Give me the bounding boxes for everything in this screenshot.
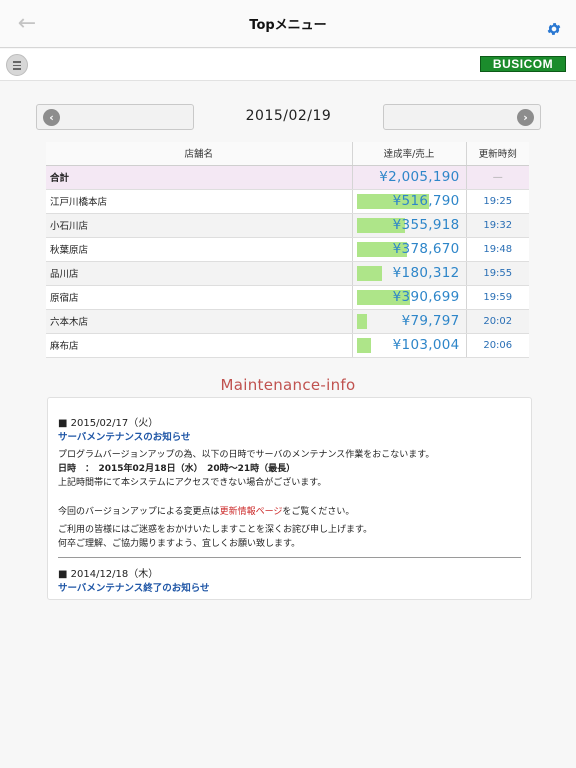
notice-body-line: ご利用の皆様にはご迷惑をおかけいたしますことを深くお詫び申し上げます。 bbox=[58, 525, 373, 535]
notice-body-line: プログラムバージョンアップの為、以下の日時でサーバのメンテナンス作業をおこないま… bbox=[58, 450, 435, 460]
notice-body-line: 今回のバージョンアップによる変更点は更新情報ページをご覧ください。 bbox=[58, 504, 354, 517]
sales-amount: ¥390,699 bbox=[392, 288, 460, 305]
table-row[interactable]: 江戸川橋本店 ¥516,790 19:25 bbox=[46, 189, 529, 214]
notice-title-link[interactable]: サーバメンテナンスのお知らせ bbox=[58, 429, 191, 443]
store-name: 江戸川橋本店 bbox=[46, 189, 352, 214]
rate-bar bbox=[356, 265, 382, 281]
sales-amount: ¥79,797 bbox=[401, 312, 460, 329]
store-name: 原宿店 bbox=[46, 285, 352, 310]
update-time: 19:55 bbox=[466, 261, 529, 286]
sales-amount: ¥103,004 bbox=[392, 336, 460, 353]
store-name: 六本木店 bbox=[46, 309, 352, 334]
rate-bar bbox=[356, 337, 371, 353]
store-sales-table: 店舗名 達成率/売上 更新時刻 合計 ¥2,005,190 — 江戸川橋本店 ¥… bbox=[46, 142, 529, 358]
date-navigator: ‹ 2015/02/19 › bbox=[36, 104, 541, 130]
store-name: 品川店 bbox=[46, 261, 352, 286]
sales-amount: ¥516,790 bbox=[392, 192, 460, 209]
divider bbox=[58, 557, 521, 558]
notice-text: をご覧ください。 bbox=[282, 507, 355, 517]
sales-amount: ¥180,312 bbox=[392, 264, 460, 281]
update-time: 19:59 bbox=[466, 285, 529, 310]
total-row: 合計 ¥2,005,190 — bbox=[46, 165, 529, 190]
notice-schedule: 日時 ： 2015年02月18日（水） 20時～21時（最長） bbox=[58, 464, 296, 474]
next-date-button[interactable]: › bbox=[383, 104, 541, 130]
maintenance-heading: Maintenance-info bbox=[220, 376, 356, 394]
update-time: 19:32 bbox=[466, 213, 529, 238]
total-time: — bbox=[466, 165, 529, 190]
total-amount: ¥2,005,190 bbox=[379, 168, 460, 185]
menu-icon[interactable] bbox=[6, 54, 28, 76]
notice-title-link[interactable]: サーバメンテナンス終了のお知らせ bbox=[58, 580, 210, 594]
notice-date: ■ 2014/12/18（木） bbox=[58, 569, 159, 580]
notice-body-line: 何卒ご理解、ご協力賜りますよう、宜しくお願い致します。 bbox=[58, 539, 301, 549]
table-row[interactable]: 原宿店 ¥390,699 19:59 bbox=[46, 285, 529, 310]
update-time: 20:02 bbox=[466, 309, 529, 334]
store-name: 麻布店 bbox=[46, 333, 352, 358]
notice-date: ■ 2015/02/17（火） bbox=[58, 418, 159, 429]
previous-date-button[interactable]: ‹ bbox=[36, 104, 194, 130]
update-time: 19:25 bbox=[466, 189, 529, 214]
total-label: 合計 bbox=[46, 165, 352, 190]
column-header-store: 店舗名 bbox=[46, 142, 352, 166]
table-row[interactable]: 品川店 ¥180,312 19:55 bbox=[46, 261, 529, 286]
page-title: Topメニュー bbox=[249, 18, 327, 33]
table-row[interactable]: 六本木店 ¥79,797 20:02 bbox=[46, 309, 529, 334]
notice-text: 今回のバージョンアップによる変更点は bbox=[58, 507, 220, 517]
navigation-bar: ← Topメニュー bbox=[0, 0, 576, 48]
table-row[interactable]: 麻布店 ¥103,004 20:06 bbox=[46, 333, 529, 358]
busicom-logo: BUSICOM bbox=[480, 56, 566, 72]
gear-icon[interactable] bbox=[546, 21, 562, 37]
table-row[interactable]: 小石川店 ¥355,918 19:32 bbox=[46, 213, 529, 238]
chevron-right-icon: › bbox=[517, 109, 534, 126]
toolbar: BUSICOM bbox=[0, 49, 576, 81]
table-header-row: 店舗名 達成率/売上 更新時刻 bbox=[46, 142, 529, 166]
update-info-link[interactable]: 更新情報ページ bbox=[220, 507, 283, 517]
store-name: 秋葉原店 bbox=[46, 237, 352, 262]
chevron-left-icon: ‹ bbox=[43, 109, 60, 126]
column-header-time: 更新時刻 bbox=[466, 142, 529, 166]
update-time: 20:06 bbox=[466, 333, 529, 358]
sales-amount: ¥355,918 bbox=[392, 216, 460, 233]
current-date: 2015/02/19 bbox=[245, 108, 332, 124]
notice-body-line: 上記時間帯にて本システムにアクセスできない場合がございます。 bbox=[58, 478, 327, 488]
table-row[interactable]: 秋葉原店 ¥378,670 19:48 bbox=[46, 237, 529, 262]
update-time: 19:48 bbox=[466, 237, 529, 262]
column-header-rate: 達成率/売上 bbox=[351, 142, 467, 166]
sales-amount: ¥378,670 bbox=[392, 240, 460, 257]
rate-bar bbox=[356, 313, 367, 329]
store-name: 小石川店 bbox=[46, 213, 352, 238]
maintenance-panel: ■ 2015/02/17（火） サーバメンテナンスのお知らせ プログラムバージョ… bbox=[47, 397, 532, 600]
